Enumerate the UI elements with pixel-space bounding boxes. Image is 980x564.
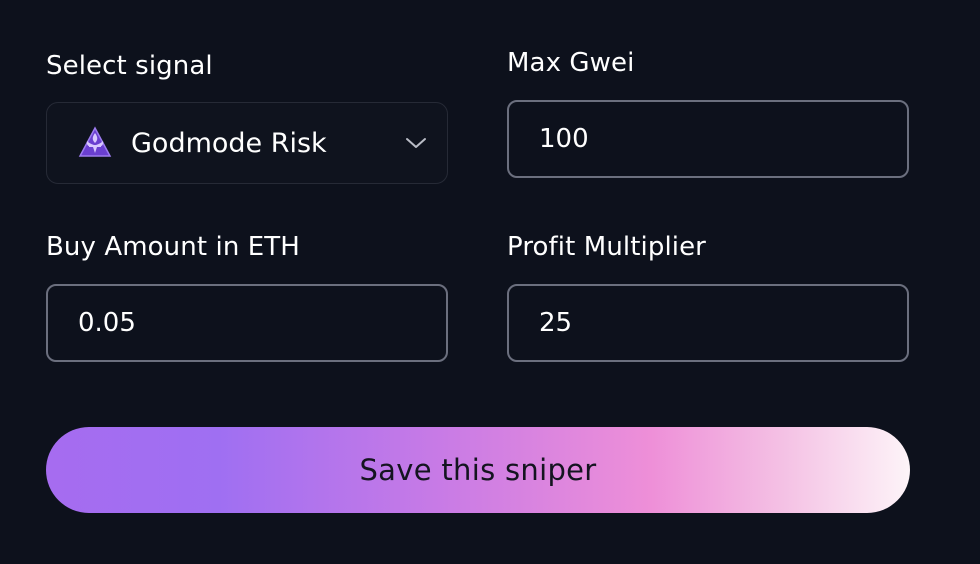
max-gwei-input[interactable]: 100	[507, 100, 909, 178]
buy-amount-field: Buy Amount in ETH 0.05	[46, 229, 448, 362]
buy-amount-label: Buy Amount in ETH	[46, 232, 300, 262]
signal-field: Select signal Godmode Risk	[46, 48, 448, 184]
max-gwei-field: Max Gwei 100	[507, 45, 909, 178]
signal-label: Select signal	[46, 51, 213, 81]
chevron-down-icon	[403, 130, 429, 156]
buy-amount-input[interactable]: 0.05	[46, 284, 448, 362]
profit-multiplier-input[interactable]: 25	[507, 284, 909, 362]
signal-selected-value: Godmode Risk	[131, 127, 327, 159]
profit-multiplier-field: Profit Multiplier 25	[507, 229, 909, 362]
sniper-form: Select signal Godmode Risk Max Gwei 100 …	[0, 0, 980, 564]
signal-select[interactable]: Godmode Risk	[46, 102, 448, 184]
max-gwei-label: Max Gwei	[507, 48, 635, 78]
fleur-de-lis-icon	[77, 125, 113, 161]
save-sniper-button[interactable]: Save this sniper	[46, 427, 910, 513]
profit-multiplier-label: Profit Multiplier	[507, 232, 706, 262]
